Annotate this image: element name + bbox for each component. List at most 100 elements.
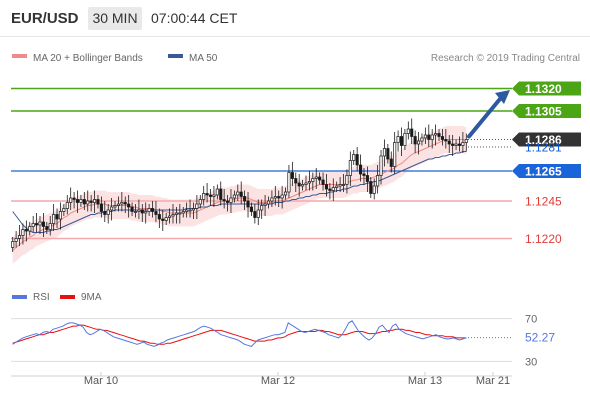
candle-body <box>79 199 83 203</box>
candle-body <box>120 202 124 205</box>
candle-body <box>410 128 414 137</box>
candle-body <box>38 221 42 226</box>
candle-body <box>110 206 114 211</box>
candle-body <box>205 193 209 196</box>
candle-body <box>341 184 346 186</box>
candle-body <box>229 197 233 203</box>
candle-body <box>62 208 66 212</box>
candle-body <box>17 235 22 239</box>
candle-body <box>389 158 393 167</box>
candle-body <box>307 181 311 184</box>
rsi-current-value: 52.27 <box>525 331 555 345</box>
candle-body <box>226 200 230 203</box>
candle-body <box>188 209 192 212</box>
candle-body <box>266 200 271 205</box>
candle-body <box>127 203 131 208</box>
candle-body <box>116 203 120 206</box>
candle-body <box>69 197 73 203</box>
candle-body <box>178 212 182 215</box>
candle-body <box>420 137 424 142</box>
level-tag-text: 1.1220 <box>525 232 562 246</box>
candle <box>410 118 414 144</box>
candle-body <box>147 208 151 212</box>
candle-body <box>181 211 185 214</box>
candle-body <box>437 133 441 137</box>
level-tag-text: 1.1281 <box>525 141 562 155</box>
candle-body <box>260 205 264 211</box>
candle-body <box>399 136 404 146</box>
candle-body <box>31 223 35 227</box>
level-tag-text: 1.1245 <box>525 195 562 209</box>
candle-body <box>311 178 315 182</box>
candle-body <box>89 200 93 203</box>
candle-body <box>447 140 451 145</box>
candle-body <box>171 214 175 217</box>
candle-body <box>413 136 417 145</box>
candle-body <box>417 140 421 145</box>
candle-body <box>243 196 247 202</box>
candle-body <box>55 214 59 220</box>
candle <box>406 121 410 140</box>
candle-body <box>222 199 226 202</box>
candle-body <box>208 194 213 197</box>
candle-body <box>103 211 107 215</box>
candle-body <box>290 172 294 179</box>
symbol-label: EUR/USD <box>11 10 79 27</box>
candle-body <box>48 223 52 230</box>
candle-body <box>239 191 243 197</box>
candle-body <box>352 154 356 161</box>
legend-swatch-ma50 <box>168 54 183 58</box>
forecast-arrow-shaft <box>467 94 504 139</box>
level-tag-1-1265: 1.1265 <box>512 164 581 179</box>
candle-body <box>232 194 236 199</box>
candle-body <box>195 203 199 209</box>
candle-body <box>280 194 284 199</box>
legend-swatch-9ma <box>60 295 75 299</box>
candle-body <box>191 208 196 211</box>
candle-body <box>215 188 219 196</box>
candle-body <box>386 148 390 160</box>
legend-label-rsi: RSI <box>33 292 50 303</box>
copyright-text: Research © 2019 Trading Central <box>431 53 580 64</box>
candle-body <box>328 188 332 191</box>
level-tags: 1.13201.13051.12861.12811.12651.12451.12… <box>512 81 581 246</box>
level-tag-text: 1.1265 <box>525 165 562 179</box>
candle-body <box>321 179 325 185</box>
candle-body <box>249 206 253 212</box>
level-tag-1-1320: 1.1320 <box>512 81 581 96</box>
candle-body <box>427 134 431 140</box>
time-label: 07:00:44 CET <box>151 10 238 26</box>
candle-body <box>86 200 90 205</box>
candle-body <box>457 143 462 146</box>
level-tag-1-1245: 1.1245 <box>525 195 562 209</box>
candle-body <box>52 214 56 224</box>
level-tag-1-1220: 1.1220 <box>525 232 562 246</box>
candle-body <box>372 185 376 194</box>
candle-body <box>174 212 178 215</box>
price-chart: MA 20 + Bollinger Bands MA 50 Research ©… <box>11 53 581 387</box>
x-tick-label: Mar 10 <box>84 375 118 387</box>
candle-body <box>246 200 250 208</box>
candle-body <box>393 142 397 167</box>
candle-body <box>58 211 62 220</box>
candle-body <box>451 143 455 146</box>
candle-body <box>144 211 148 214</box>
candle-body <box>154 211 158 215</box>
candle-body <box>297 182 301 187</box>
legend-swatch-ma20 <box>12 54 27 58</box>
rsi-tick-70: 70 <box>525 314 537 326</box>
candle <box>290 162 294 186</box>
candle-body <box>270 197 274 202</box>
legend-label-ma50: MA 50 <box>189 53 218 64</box>
candle-body <box>106 209 110 215</box>
candle-body <box>133 211 138 213</box>
candle-body <box>96 199 100 205</box>
candle-body <box>130 206 134 212</box>
candle-body <box>345 175 349 185</box>
candle-body <box>185 209 189 212</box>
candle-body <box>236 191 240 196</box>
candle-body <box>113 205 117 208</box>
timeframe-button[interactable]: 30 MIN <box>88 7 142 30</box>
candle-body <box>440 136 444 140</box>
candle-body <box>212 194 216 197</box>
